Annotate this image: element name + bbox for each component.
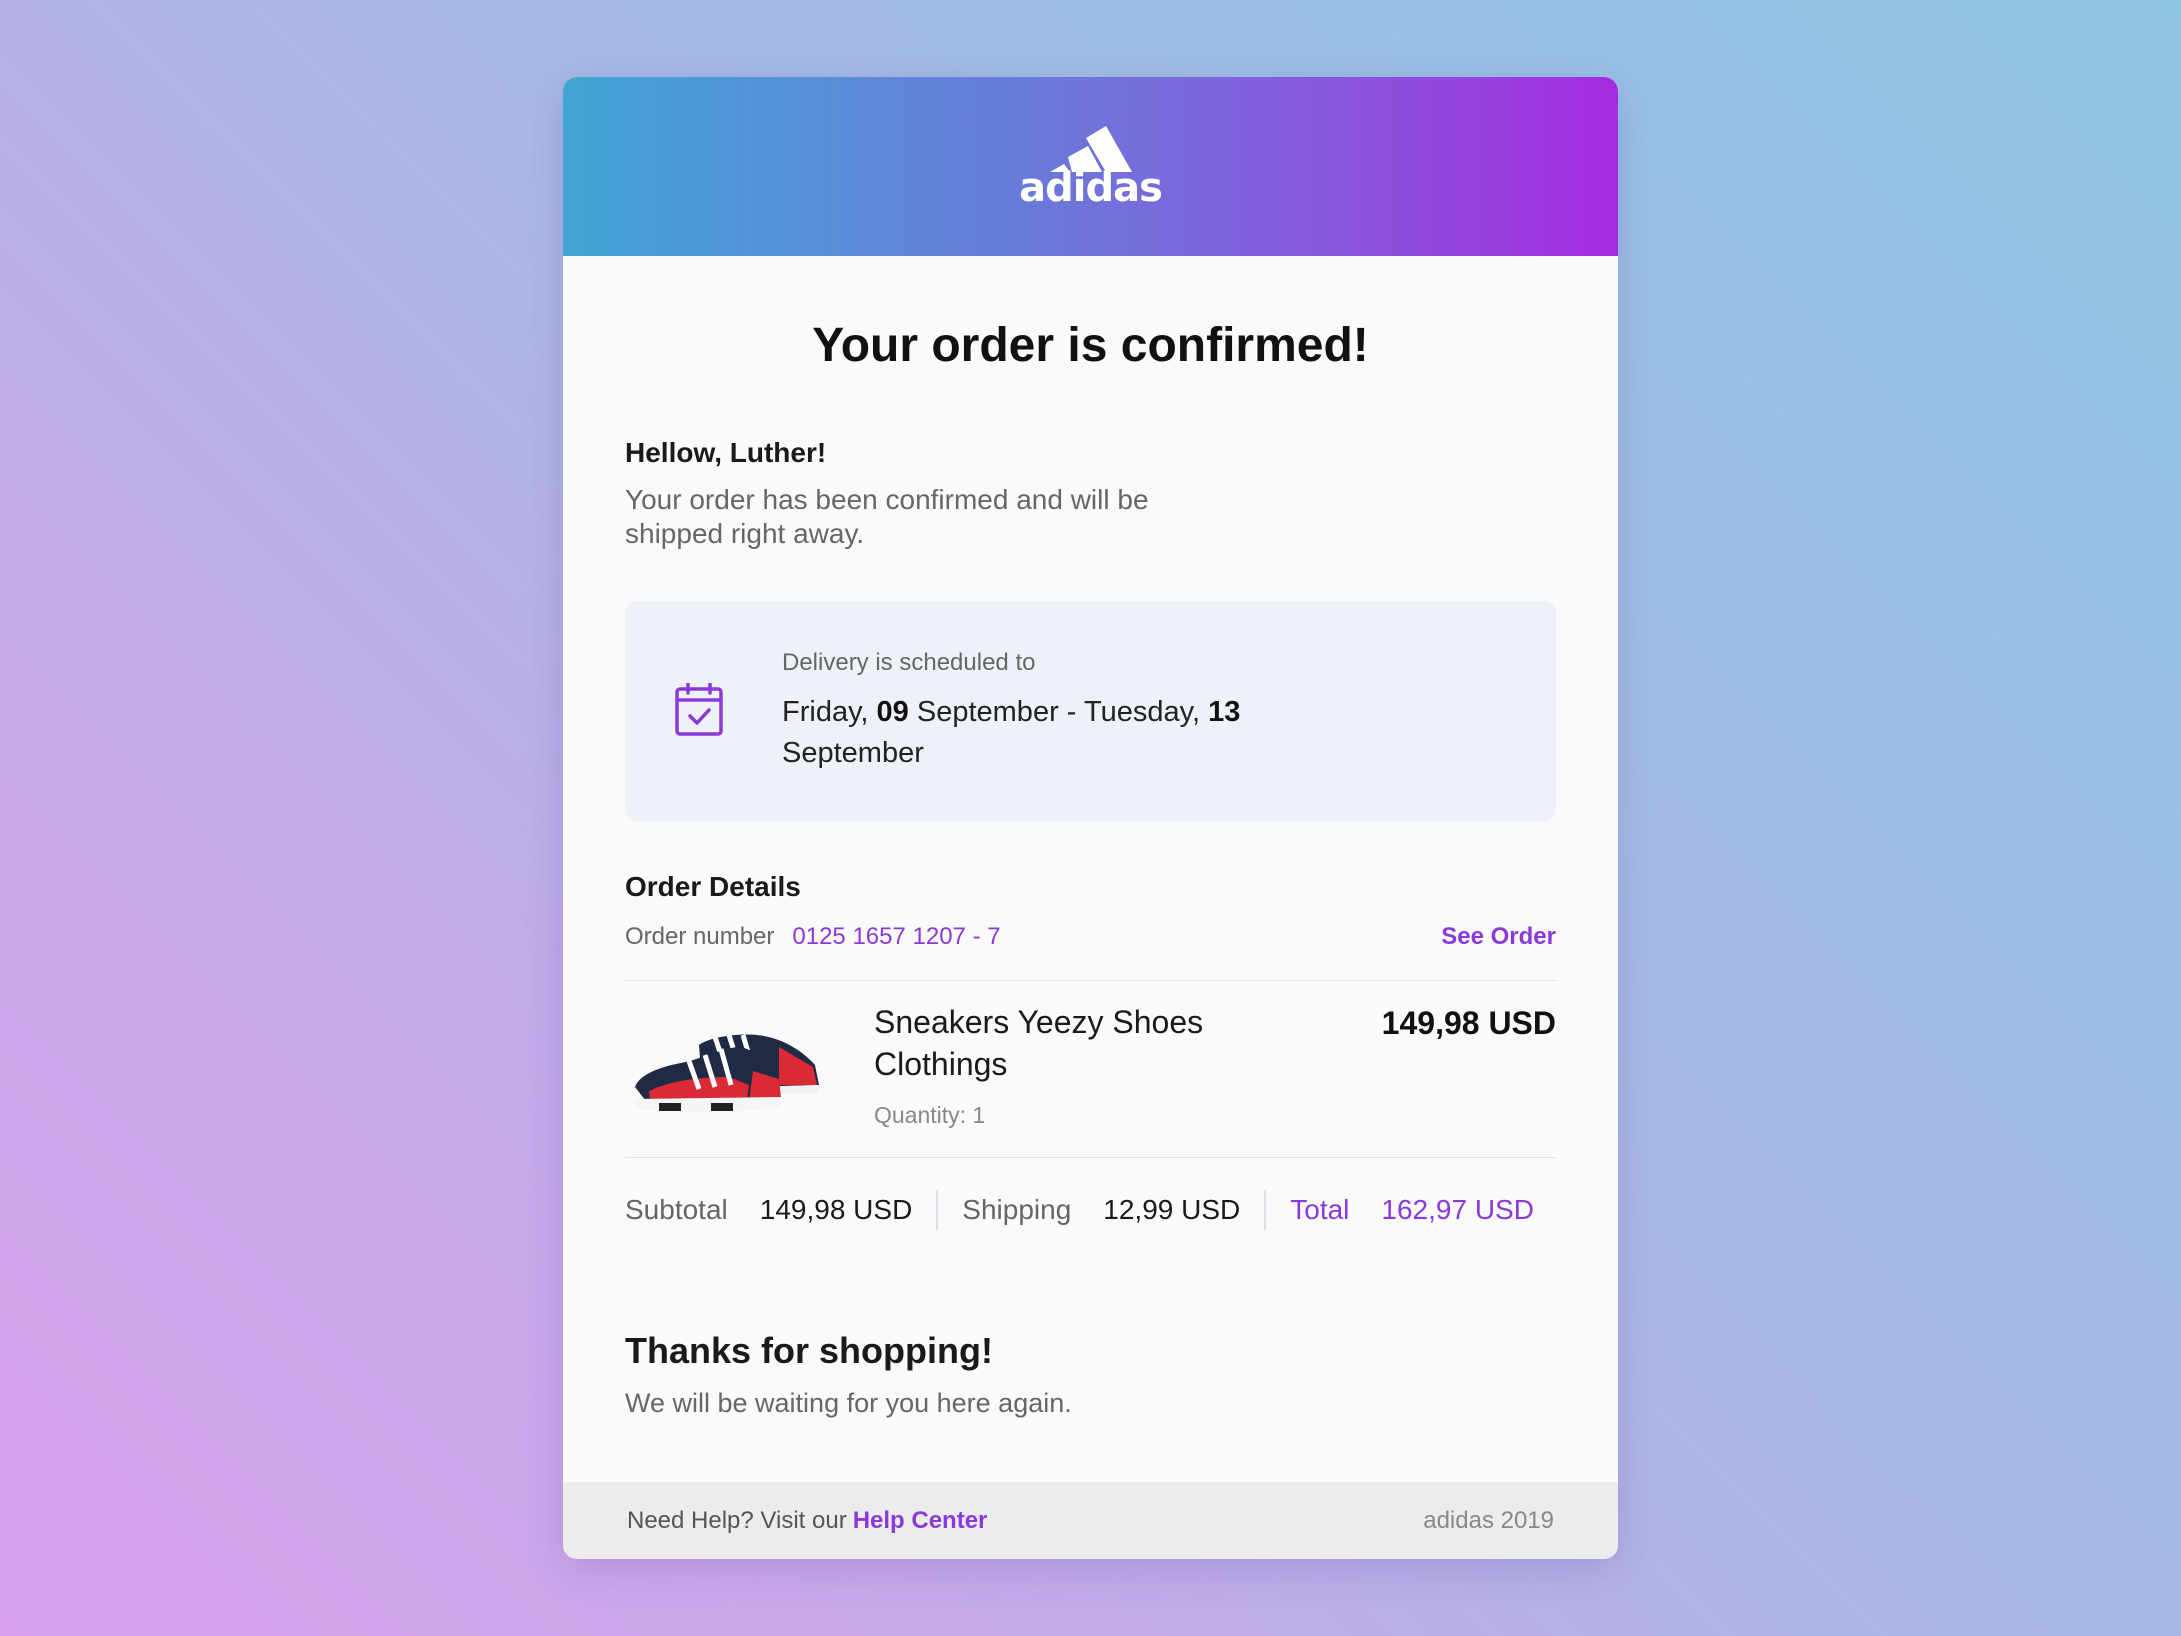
subtotal-value: 149,98 USD: [759, 1194, 913, 1225]
delivery-range-mid: September - Tuesday,: [908, 696, 1209, 728]
delivery-box: Delivery is scheduled to Friday, 09 Sept…: [625, 601, 1556, 821]
greeting: Hellow, Luther!: [625, 437, 827, 468]
delivery-day-start: Friday,: [782, 696, 877, 728]
order-number[interactable]: 0125 1657 1207 - 7: [792, 923, 1000, 951]
sneaker-image: [633, 1034, 819, 1112]
shipping-value: 12,99 USD: [1103, 1194, 1241, 1225]
thanks-text: We will be waiting for you here again.: [625, 1388, 1072, 1418]
order-number-row: Order number 0125 1657 1207 - 7 See Orde…: [625, 923, 1556, 951]
email-body: Your order is confirmed! Hellow, Luther!…: [563, 318, 1618, 1419]
delivery-month-end: September: [782, 737, 924, 769]
item-name[interactable]: Sneakers Yeezy Shoes Clothings: [874, 1001, 1254, 1085]
logo-text: adidas: [1019, 164, 1163, 211]
totals-separator: [936, 1190, 939, 1230]
totals-row: Subtotal 149,98 USD Shipping 12,99 USD T…: [625, 1158, 1556, 1262]
order-details-title: Order Details: [625, 871, 801, 902]
delivery-date-start: 09: [876, 696, 909, 728]
shipping-label: Shipping: [962, 1194, 1072, 1225]
calendar-check-icon: [675, 683, 723, 736]
help-center-link[interactable]: Help Center: [853, 1507, 988, 1535]
order-confirmation-card: adidas Your order is confirmed! Hellow, …: [563, 77, 1618, 1559]
email-footer: Need Help? Visit our Help Center adidas …: [563, 1482, 1618, 1559]
subtotal-label: Subtotal: [625, 1194, 728, 1225]
total-label: Total: [1290, 1194, 1350, 1225]
intro-text: Your order has been confirmed and will b…: [625, 484, 1149, 549]
delivery-date: Friday, 09 September - Tuesday, 13 Septem…: [782, 692, 1302, 774]
delivery-date-end: 13: [1208, 696, 1241, 728]
page-title: Your order is confirmed!: [812, 319, 1369, 372]
total-value: 162,97 USD: [1381, 1194, 1534, 1225]
brand-logo: adidas: [1019, 125, 1163, 211]
thanks-title: Thanks for shopping!: [625, 1330, 993, 1371]
email-header: adidas: [563, 77, 1618, 256]
totals-separator: [1264, 1190, 1267, 1230]
delivery-label: Delivery is scheduled to: [782, 649, 1036, 676]
copyright: adidas 2019: [1423, 1506, 1554, 1534]
see-order-link[interactable]: See Order: [1441, 923, 1556, 951]
item-price: 149,98 USD: [1381, 1005, 1556, 1041]
help-prefix: Need Help? Visit our: [627, 1506, 847, 1534]
order-number-label: Order number: [625, 923, 775, 950]
item-quantity: Quantity: 1: [874, 1102, 986, 1128]
order-item: Sneakers Yeezy Shoes Clothings Quantity:…: [625, 981, 1556, 1157]
